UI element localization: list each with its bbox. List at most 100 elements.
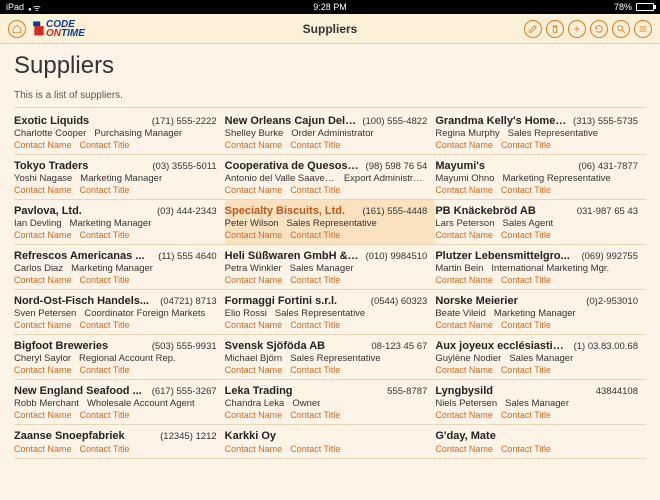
supplier-card[interactable]: Specialty Biscuits, Ltd.(161) 555-4448Pe… [225,200,436,245]
company-name: Aux joyeux ecclésiastiq... [435,340,567,352]
contact-title-label: Contact Title [501,365,551,375]
contact-name: Elio Rossi [225,308,267,319]
supplier-card[interactable]: Norske Meierier(0)2-953010Beate VileidMa… [435,290,646,335]
company-name: Grandma Kelly's Homes... [435,115,567,127]
contact-title: Regional Account Rep. [79,353,176,364]
home-button[interactable] [8,20,26,38]
supplier-card[interactable]: Formaggi Fortini s.r.l.(0544) 60323Elio … [225,290,436,335]
company-name: Tokyo Traders [14,160,146,172]
company-name: Leka Trading [225,385,382,397]
refresh-icon [594,24,604,34]
contact-name-label: Contact Name [14,230,72,240]
contact-name-label: Contact Name [225,410,283,420]
search-button[interactable] [612,20,630,38]
phone: (503) 555-9931 [152,341,217,352]
battery-icon [636,3,654,11]
menu-button[interactable] [634,20,652,38]
phone: (617) 555-3267 [152,386,217,397]
contact-name: Ian Devling [14,218,62,229]
brand-logo: CODE ONTIME [32,20,85,38]
contact-name: Yoshi Nagase [14,173,72,184]
contact-name: Robb Merchant [14,398,79,409]
contact-title: Owner [292,398,320,409]
company-name: Pavlova, Ltd. [14,205,151,217]
contact-name-label: Contact Name [14,320,72,330]
plus-icon [572,24,582,34]
add-button[interactable] [568,20,586,38]
contact-title-label: Contact Title [290,444,340,454]
supplier-card[interactable]: Pavlova, Ltd.(03) 444-2343Ian DevlingMar… [14,200,225,245]
phone: (010) 9984510 [366,251,428,262]
phone: (12345) 1212 [160,431,217,442]
contact-title: Coordinator Foreign Markets [84,308,205,319]
supplier-card[interactable]: New Orleans Cajun Deli...(100) 555-4822S… [225,110,436,155]
supplier-card[interactable]: Nord-Ost-Fisch Handels...(04721) 8713Sve… [14,290,225,335]
phone: (04721) 8713 [160,296,217,307]
contact-title: Sales Representative [287,218,377,229]
contact-name: Peter Wilson [225,218,279,229]
home-icon [12,24,22,34]
contact-title-label: Contact Title [80,365,130,375]
contact-title: Sales Representative [290,353,380,364]
contact-name-label: Contact Name [225,444,283,454]
clock: 9:28 PM [313,2,347,12]
supplier-card[interactable]: Exotic Liquids(171) 555-2222Charlotte Co… [14,110,225,155]
supplier-card[interactable]: New England Seafood ...(617) 555-3267Rob… [14,380,225,425]
phone: (100) 555-4822 [362,116,427,127]
contact-title-label: Contact Title [501,410,551,420]
supplier-card[interactable]: Plutzer Lebensmittelgro...(069) 992755Ma… [435,245,646,290]
supplier-card[interactable]: PB Knäckebröd AB031-987 65 43Lars Peters… [435,200,646,245]
contact-title: Sales Manager [505,398,569,409]
company-name: Mayumi's [435,160,572,172]
page-body: Suppliers This is a list of suppliers. E… [0,44,660,500]
supplier-card[interactable]: Heli Süßwaren GmbH & ...(010) 9984510Pet… [225,245,436,290]
supplier-card[interactable]: Aux joyeux ecclésiastiq...(1) 03.83.00.6… [435,335,646,380]
phone: 43844108 [596,386,638,397]
battery-percent: 78% [614,2,632,12]
supplier-card[interactable]: G'day, MateContact NameContact Title [435,425,646,459]
supplier-card[interactable]: Zaanse Snoepfabriek(12345) 1212Contact N… [14,425,225,459]
contact-name: Guylène Nodier [435,353,501,364]
company-name: PB Knäckebröd AB [435,205,570,217]
phone: (171) 555-2222 [152,116,217,127]
supplier-card[interactable]: Bigfoot Breweries(503) 555-9931Cheryl Sa… [14,335,225,380]
contact-title-label: Contact Title [290,185,340,195]
supplier-card[interactable]: Lyngbysild43844108Niels PetersenSales Ma… [435,380,646,425]
contact-title-label: Contact Title [290,230,340,240]
phone: (06) 431-7877 [578,161,638,172]
edit-button[interactable] [524,20,542,38]
supplier-card[interactable]: Mayumi's(06) 431-7877Mayumi OhnoMarketin… [435,155,646,200]
contact-title-label: Contact Title [290,275,340,285]
delete-button[interactable] [546,20,564,38]
contact-name-label: Contact Name [435,185,493,195]
contact-title-label: Contact Title [80,230,130,240]
contact-title-label: Contact Title [80,185,130,195]
refresh-button[interactable] [590,20,608,38]
contact-name-label: Contact Name [14,275,72,285]
company-name: Nord-Ost-Fisch Handels... [14,295,154,307]
contact-title: Sales Manager [509,353,573,364]
phone: (0544) 60323 [371,296,428,307]
contact-name-label: Contact Name [225,230,283,240]
contact-title: Order Administrator [291,128,373,139]
contact-title-label: Contact Title [501,230,551,240]
supplier-card[interactable]: Refrescos Americanas ...(11) 555 4640Car… [14,245,225,290]
contact-name-label: Contact Name [14,185,72,195]
supplier-card[interactable]: Cooperativa de Quesos ...(98) 598 76 54A… [225,155,436,200]
contact-title-label: Contact Title [80,320,130,330]
contact-title-label: Contact Title [501,140,551,150]
supplier-card[interactable]: Leka Trading555-8787Chandra LekaOwnerCon… [225,380,436,425]
company-name: Heli Süßwaren GmbH & ... [225,250,360,262]
phone: (069) 992755 [581,251,638,262]
supplier-card[interactable]: Svensk Sjöföda AB08-123 45 67Michael Bjö… [225,335,436,380]
phone: (11) 555 4640 [158,251,216,262]
supplier-card[interactable]: Karkki OyContact NameContact Title [225,425,436,459]
contact-name: Carlos Diaz [14,263,63,274]
page-title: Suppliers [14,52,646,80]
search-icon [616,24,626,34]
contact-name: Lars Peterson [435,218,494,229]
supplier-card[interactable]: Tokyo Traders(03) 3555-5011Yoshi NagaseM… [14,155,225,200]
contact-name-label: Contact Name [14,444,72,454]
supplier-card[interactable]: Grandma Kelly's Homes...(313) 555-5735Re… [435,110,646,155]
contact-title: Purchasing Manager [94,128,182,139]
